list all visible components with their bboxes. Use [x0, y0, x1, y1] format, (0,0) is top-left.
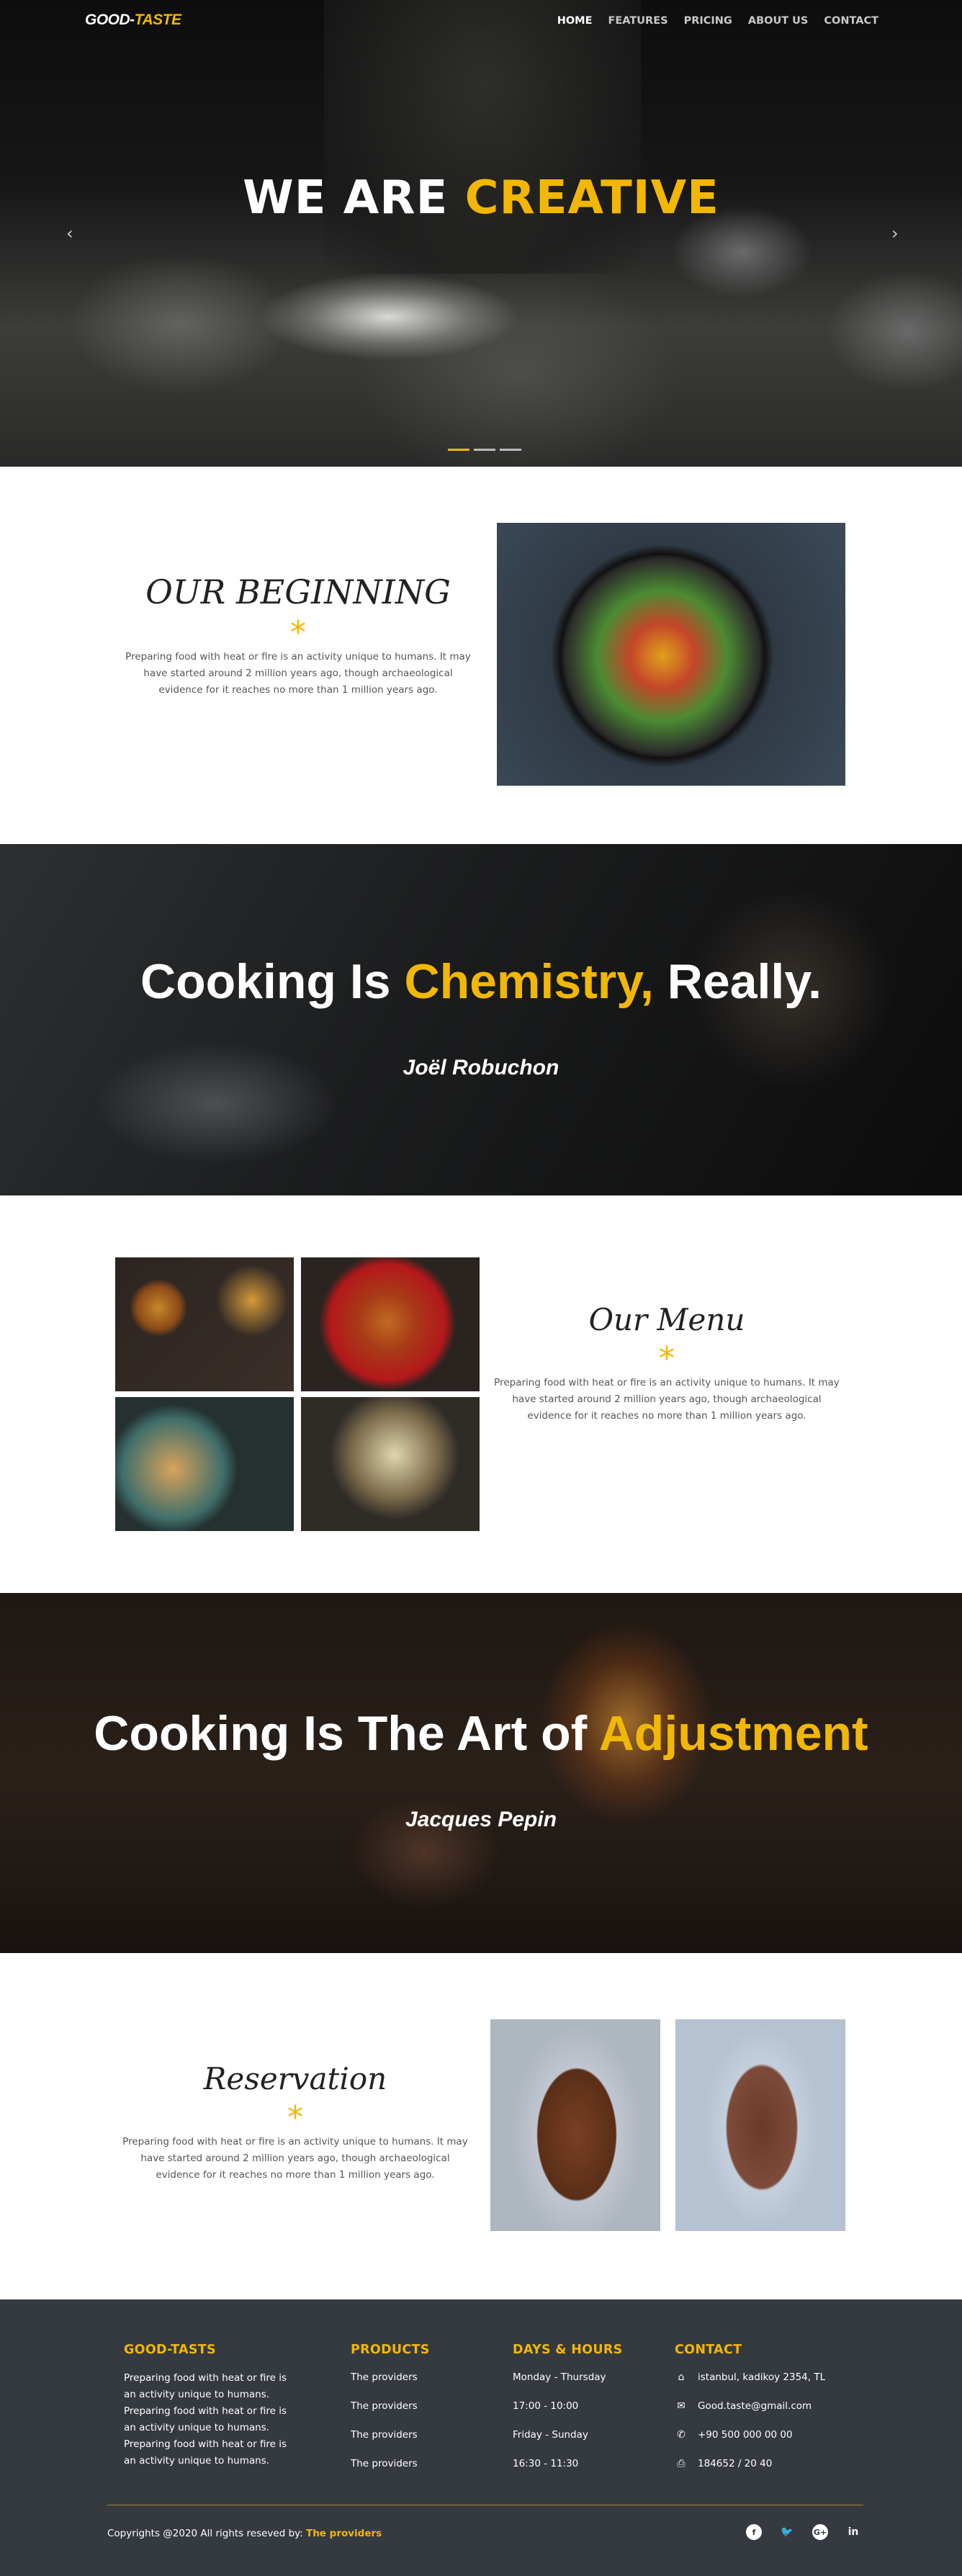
- quote-banner-chemistry: Cooking Is Chemistry, Really. Joël Robuc…: [0, 844, 962, 1195]
- carousel-indicators: [448, 449, 521, 451]
- linkedin-icon[interactable]: in: [845, 2524, 861, 2540]
- quote-adjustment-part1: Cooking Is The Art of: [94, 1706, 599, 1761]
- footer-address: ⌂ istanbul, kadikoy 2354, TL: [675, 2370, 862, 2399]
- envelope-icon: ✉: [677, 2400, 685, 2412]
- menu-section: Our Menu * Preparing food with heat or f…: [493, 1302, 841, 1424]
- footer-products-column: PRODUCTS The providers The providers The…: [351, 2343, 487, 2485]
- footer-copyright: Copyrights @2020 All rights reseved by: …: [107, 2528, 382, 2539]
- menu-collage-image: [115, 1257, 480, 1531]
- hero-carousel: WE ARE CREATIVE ‹ ›: [0, 0, 962, 467]
- menu-image-noodles: [115, 1397, 294, 1531]
- nav-menu: HOME FEATURES PRICING ABOUT US CONTACT: [557, 15, 878, 27]
- home-icon: ⌂: [678, 2371, 685, 2383]
- nav-item-home[interactable]: HOME: [557, 15, 593, 27]
- menu-image-roast-chicken: [301, 1257, 480, 1391]
- footer-hours-item: 17:00 - 10:00: [513, 2400, 579, 2412]
- beginning-pan-image: [497, 523, 845, 786]
- printer-icon: ⎙: [677, 2458, 685, 2469]
- phone-icon: ✆: [677, 2429, 685, 2441]
- footer-about-text: Preparing food with heat or fire is an a…: [124, 2370, 311, 2469]
- copyright-text: Copyrights @2020 All rights reseved by:: [107, 2528, 306, 2539]
- quote-chemistry-part3: Really.: [653, 954, 822, 1009]
- menu-image-dumplings: [301, 1397, 480, 1531]
- menu-text: Preparing food with heat or fire is an a…: [494, 1377, 840, 1422]
- quote-chemistry-part2: Chemistry,: [404, 954, 654, 1009]
- quote-chemistry-author: Joël Robuchon: [403, 1056, 559, 1080]
- top-navbar: GOOD-TASTE HOME FEATURES PRICING ABOUT U…: [0, 0, 962, 45]
- nav-item-about-us[interactable]: ABOUT US: [748, 15, 809, 27]
- footer-about-line: Preparing food with heat or fire is: [124, 2372, 287, 2384]
- beginning-section: OUR BEGINNING * Preparing food with heat…: [124, 573, 472, 699]
- footer-address-text: istanbul, kadikoy 2354, TL: [698, 2371, 826, 2383]
- social-links: f 🐦 G+ in: [746, 2524, 861, 2540]
- quote-adjustment-author: Jacques Pepin: [405, 1808, 557, 1831]
- quote-chemistry-part1: Cooking Is: [140, 954, 405, 1009]
- beginning-title: OUR BEGINNING: [145, 573, 451, 611]
- google-plus-icon[interactable]: G+: [812, 2524, 828, 2540]
- footer-email[interactable]: ✉ Good.taste@gmail.com: [675, 2399, 862, 2428]
- quote-banner-adjustment: Cooking Is The Art of Adjustment Jacques…: [0, 1593, 962, 1953]
- footer-about-line: Preparing food with heat or fire is: [124, 2438, 287, 2450]
- footer-contact-column: CONTACT ⌂ istanbul, kadikoy 2354, TL ✉ Goo…: [675, 2343, 862, 2485]
- footer: GOOD-TASTS Preparing food with heat or f…: [0, 2299, 962, 2576]
- footer-about-line: an activity unique to humans.: [124, 2389, 270, 2400]
- reservation-title: Reservation: [203, 2061, 387, 2096]
- carousel-indicator-2[interactable]: [474, 449, 495, 451]
- footer-product-link[interactable]: The providers: [351, 2399, 487, 2428]
- footer-about-line: an activity unique to humans.: [124, 2455, 270, 2467]
- menu-image-spring-rolls: [115, 1257, 294, 1391]
- footer-contact-heading: CONTACT: [675, 2343, 742, 2357]
- footer-hours-item: Monday - Thursday: [513, 2371, 606, 2383]
- footer-product-link[interactable]: The providers: [351, 2456, 487, 2485]
- footer-phone[interactable]: ✆ +90 500 000 00 00: [675, 2428, 862, 2456]
- footer-hours-item: 16:30 - 11:30: [513, 2458, 579, 2469]
- menu-title: Our Menu: [588, 1302, 745, 1337]
- quote-adjustment-text: Cooking Is The Art of Adjustment: [0, 1705, 962, 1762]
- nav-item-pricing[interactable]: PRICING: [684, 15, 732, 27]
- beginning-star-icon: *: [290, 614, 306, 651]
- footer-hours-item: Friday - Sunday: [513, 2429, 588, 2441]
- facebook-icon[interactable]: f: [746, 2524, 762, 2540]
- reservation-cake-image: [675, 2019, 845, 2231]
- nav-item-contact[interactable]: CONTACT: [824, 15, 878, 27]
- brand-name-part2: TASTE: [134, 12, 181, 28]
- nav-item-features[interactable]: FEATURES: [608, 15, 667, 27]
- footer-fax-text: 184652 / 20 40: [698, 2458, 773, 2469]
- hero-title-part1: WE ARE: [243, 171, 465, 225]
- footer-hours-heading: DAYS & HOURS: [513, 2343, 623, 2357]
- footer-fax: ⎙ 184652 / 20 40: [675, 2456, 862, 2485]
- footer-products-heading: PRODUCTS: [351, 2343, 430, 2357]
- hero-title: WE ARE CREATIVE: [0, 171, 962, 225]
- brand-name-part1: GOOD-: [85, 12, 135, 28]
- copyright-link[interactable]: The providers: [306, 2528, 382, 2539]
- reservation-brownie-image: [490, 2019, 660, 2231]
- carousel-indicator-1[interactable]: [448, 449, 469, 451]
- reservation-text: Preparing food with heat or fire is an a…: [122, 2136, 468, 2181]
- carousel-indicator-3[interactable]: [500, 449, 521, 451]
- beginning-text: Preparing food with heat or fire is an a…: [125, 651, 471, 696]
- brand-logo[interactable]: GOOD-TASTE: [85, 12, 181, 29]
- twitter-icon[interactable]: 🐦: [779, 2524, 795, 2540]
- footer-phone-text: +90 500 000 00 00: [698, 2429, 793, 2441]
- reservation-section: Reservation * Preparing food with heat o…: [121, 2061, 469, 2184]
- quote-adjustment-part2: Adjustment: [598, 1706, 868, 1761]
- footer-hours-column: DAYS & HOURS Monday - Thursday 17:00 - 1…: [513, 2343, 657, 2485]
- footer-product-link[interactable]: The providers: [351, 2428, 487, 2456]
- carousel-next-arrow-icon[interactable]: ›: [891, 223, 899, 243]
- footer-about-column: GOOD-TASTS Preparing food with heat or f…: [124, 2343, 311, 2469]
- quote-chemistry-text: Cooking Is Chemistry, Really.: [0, 953, 962, 1010]
- reservation-star-icon: *: [287, 2099, 303, 2136]
- carousel-prev-arrow-icon[interactable]: ‹: [66, 223, 73, 243]
- footer-about-line: an activity unique to humans.: [124, 2422, 270, 2433]
- menu-star-icon: *: [659, 1340, 675, 1377]
- footer-about-line: Preparing food with heat or fire is: [124, 2405, 287, 2417]
- hero-title-part2: CREATIVE: [464, 171, 719, 225]
- footer-product-link[interactable]: The providers: [351, 2370, 487, 2399]
- footer-about-heading: GOOD-TASTS: [124, 2343, 216, 2357]
- footer-email-text: Good.taste@gmail.com: [698, 2400, 812, 2412]
